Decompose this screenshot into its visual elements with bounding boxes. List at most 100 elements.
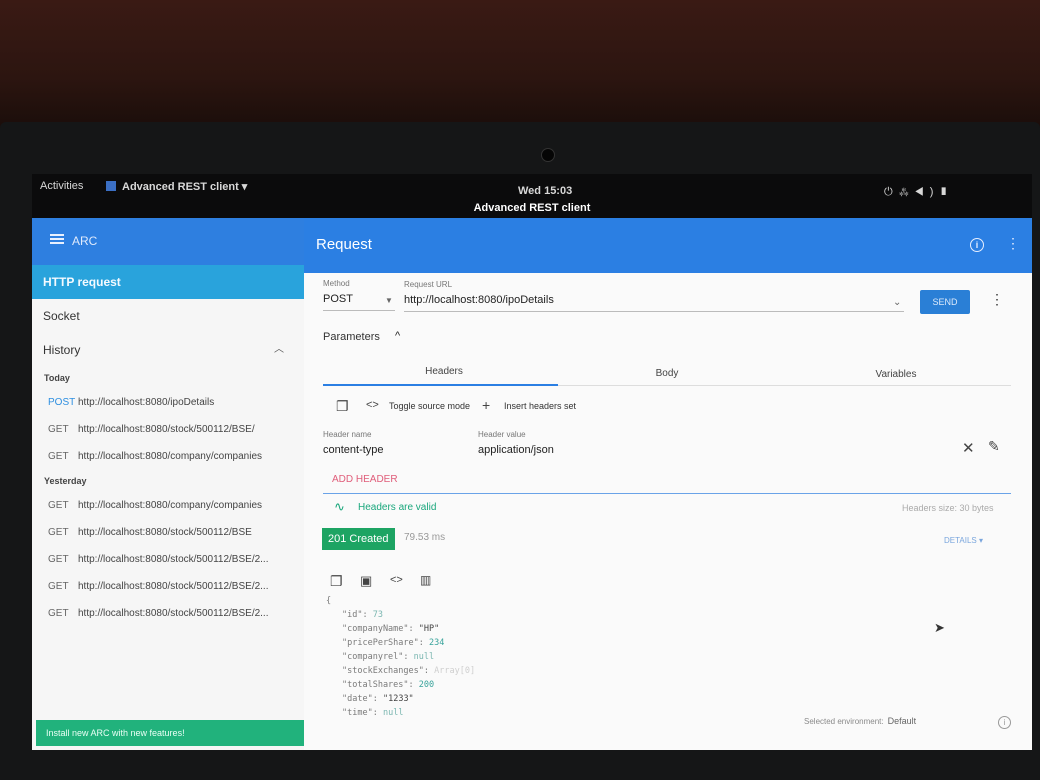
environment-value: Default xyxy=(887,716,917,726)
json-colon: : xyxy=(408,624,419,634)
json-colon: : xyxy=(403,652,414,662)
history-label: History xyxy=(43,343,81,357)
history-method: POST xyxy=(48,397,76,408)
details-toggle[interactable]: DETAILS ▾ xyxy=(944,536,983,545)
env-info-icon[interactable]: i xyxy=(998,716,1011,729)
code-view-icon[interactable]: <> xyxy=(390,574,403,586)
header-value-input[interactable]: application/json xyxy=(478,444,554,456)
json-value: 234 xyxy=(429,638,445,648)
history-method: GET xyxy=(48,554,69,565)
json-line: "totalShares": 200 xyxy=(326,678,475,692)
sidebar-item-socket[interactable]: Socket xyxy=(32,299,304,333)
tab-body[interactable]: Body xyxy=(627,368,707,379)
add-icon[interactable]: + xyxy=(482,397,490,413)
arc-app-icon xyxy=(106,181,116,191)
save-icon[interactable]: ▣ xyxy=(360,573,372,589)
headers-divider xyxy=(323,493,1011,494)
tab-active-indicator xyxy=(323,384,558,386)
chevron-up-icon[interactable]: ^ xyxy=(395,330,400,342)
history-item[interactable]: POST http://localhost:8080/ipoDetails xyxy=(32,389,304,416)
history-url: http://localhost:8080/stock/500112/BSE/ xyxy=(78,424,255,435)
json-key: "date" xyxy=(342,694,373,704)
header-name-input[interactable]: content-type xyxy=(323,444,384,456)
json-value: 200 xyxy=(418,680,435,690)
history-group-label: Today xyxy=(44,373,70,383)
tab-headers[interactable]: Headers xyxy=(404,366,484,377)
install-banner[interactable]: Install new ARC with new features! xyxy=(36,720,304,746)
history-item[interactable]: GET http://localhost:8080/stock/500112/BS… xyxy=(32,573,304,600)
history-method: GET xyxy=(48,500,69,511)
json-value: "1233" xyxy=(382,694,414,704)
json-key: "time" xyxy=(342,708,373,718)
menu-icon[interactable] xyxy=(50,232,64,246)
url-dropdown-icon[interactable]: ⌄ xyxy=(893,297,901,308)
json-line: "companyrel": null xyxy=(326,650,475,664)
json-line: "date": "1233" xyxy=(326,692,475,706)
history-item[interactable]: GET http://localhost:8080/stock/500112/BS… xyxy=(32,600,304,627)
send-button[interactable]: SEND xyxy=(920,290,970,314)
json-value: null xyxy=(382,708,404,718)
header-value-label: Header value xyxy=(478,430,526,439)
json-line: "stockExchanges": Array[0] xyxy=(326,664,475,678)
window-title: Advanced REST client xyxy=(32,198,1032,218)
history-item[interactable]: GET http://localhost:8080/stock/500112/BS… xyxy=(32,546,304,573)
json-colon: : xyxy=(418,638,430,648)
activities-button[interactable]: Activities xyxy=(40,180,83,192)
tab-variables[interactable]: Variables xyxy=(856,369,936,380)
method-dropdown-icon[interactable]: ▼ xyxy=(385,296,393,305)
code-icon[interactable]: <> xyxy=(366,399,379,411)
json-value: "HP" xyxy=(418,624,440,634)
method-underline xyxy=(323,310,395,311)
sidebar-item-http-request[interactable]: HTTP request xyxy=(32,265,304,299)
environment-selector[interactable]: Selected environment: Default xyxy=(804,716,916,726)
history-method: GET xyxy=(48,608,69,619)
history-url: http://localhost:8080/stock/500112/BSE/2… xyxy=(78,608,269,619)
chevron-up-icon: ︿ xyxy=(274,344,284,355)
power-icon: ⏻ xyxy=(884,186,899,198)
history-url: http://localhost:8080/company/companies xyxy=(78,451,262,462)
clock[interactable]: Wed 15:03 xyxy=(518,185,572,197)
history-item[interactable]: GET http://localhost:8080/company/compani… xyxy=(32,443,304,470)
insert-headers-button[interactable]: Insert headers set xyxy=(504,401,576,411)
add-header-button[interactable]: ADD HEADER xyxy=(332,474,398,485)
request-menu-icon[interactable]: ⋮ xyxy=(990,291,1004,308)
request-panel: Request i ⋮ Method POST ▼ Request URL ht… xyxy=(304,218,1032,750)
history-method: GET xyxy=(48,451,69,462)
json-colon: : xyxy=(408,680,419,690)
request-header: Request i ⋮ xyxy=(304,218,1032,273)
toggle-source-button[interactable]: Toggle source mode xyxy=(389,401,470,411)
copy-response-icon[interactable]: ❐ xyxy=(330,573,343,590)
history-item[interactable]: GET http://localhost:8080/company/compani… xyxy=(32,492,304,519)
history-method: GET xyxy=(48,527,69,538)
mouse-cursor-icon: ➤ xyxy=(934,620,945,635)
copy-icon[interactable]: ❐ xyxy=(336,398,349,415)
network-icon: ⁂ xyxy=(898,186,915,198)
json-key: "stockExchanges" xyxy=(342,666,424,676)
json-value: Array[0] xyxy=(434,666,476,676)
edit-icon[interactable]: ✎ xyxy=(988,438,1000,455)
history-group-label: Yesterday xyxy=(44,476,87,486)
sidebar: ARC HTTP request Socket History ︿ Today P… xyxy=(32,218,304,750)
volume-icon: ◀) xyxy=(914,186,940,198)
columns-icon[interactable]: ▥ xyxy=(420,573,431,587)
history-list: Today POST http://localhost:8080/ipoDetail… xyxy=(32,367,304,627)
json-key: "id" xyxy=(342,610,363,620)
json-value: 73 xyxy=(372,610,383,620)
more-vert-icon[interactable]: ⋮ xyxy=(1006,235,1020,252)
url-input[interactable]: http://localhost:8080/ipoDetails xyxy=(404,294,554,306)
history-item[interactable]: GET http://localhost:8080/stock/500112/BS… xyxy=(32,416,304,443)
history-header[interactable]: History ︿ xyxy=(32,333,304,367)
info-icon[interactable]: i xyxy=(970,238,984,252)
app-menu-label: Advanced REST client ▾ xyxy=(122,181,248,193)
history-item[interactable]: GET http://localhost:8080/stock/500112/BS… xyxy=(32,519,304,546)
parameters-toggle[interactable]: Parameters xyxy=(323,331,380,343)
app-menu[interactable]: Advanced REST client ▾ xyxy=(106,180,247,193)
url-label: Request URL xyxy=(404,280,453,289)
headers-valid-message: Headers are valid xyxy=(358,502,437,513)
check-icon: ∿ xyxy=(334,499,345,514)
method-select[interactable]: POST xyxy=(323,293,353,305)
json-colon: : xyxy=(362,610,373,620)
close-icon[interactable]: ✕ xyxy=(962,439,975,457)
json-colon: : xyxy=(372,694,383,704)
environment-label: Selected environment: xyxy=(804,717,884,726)
